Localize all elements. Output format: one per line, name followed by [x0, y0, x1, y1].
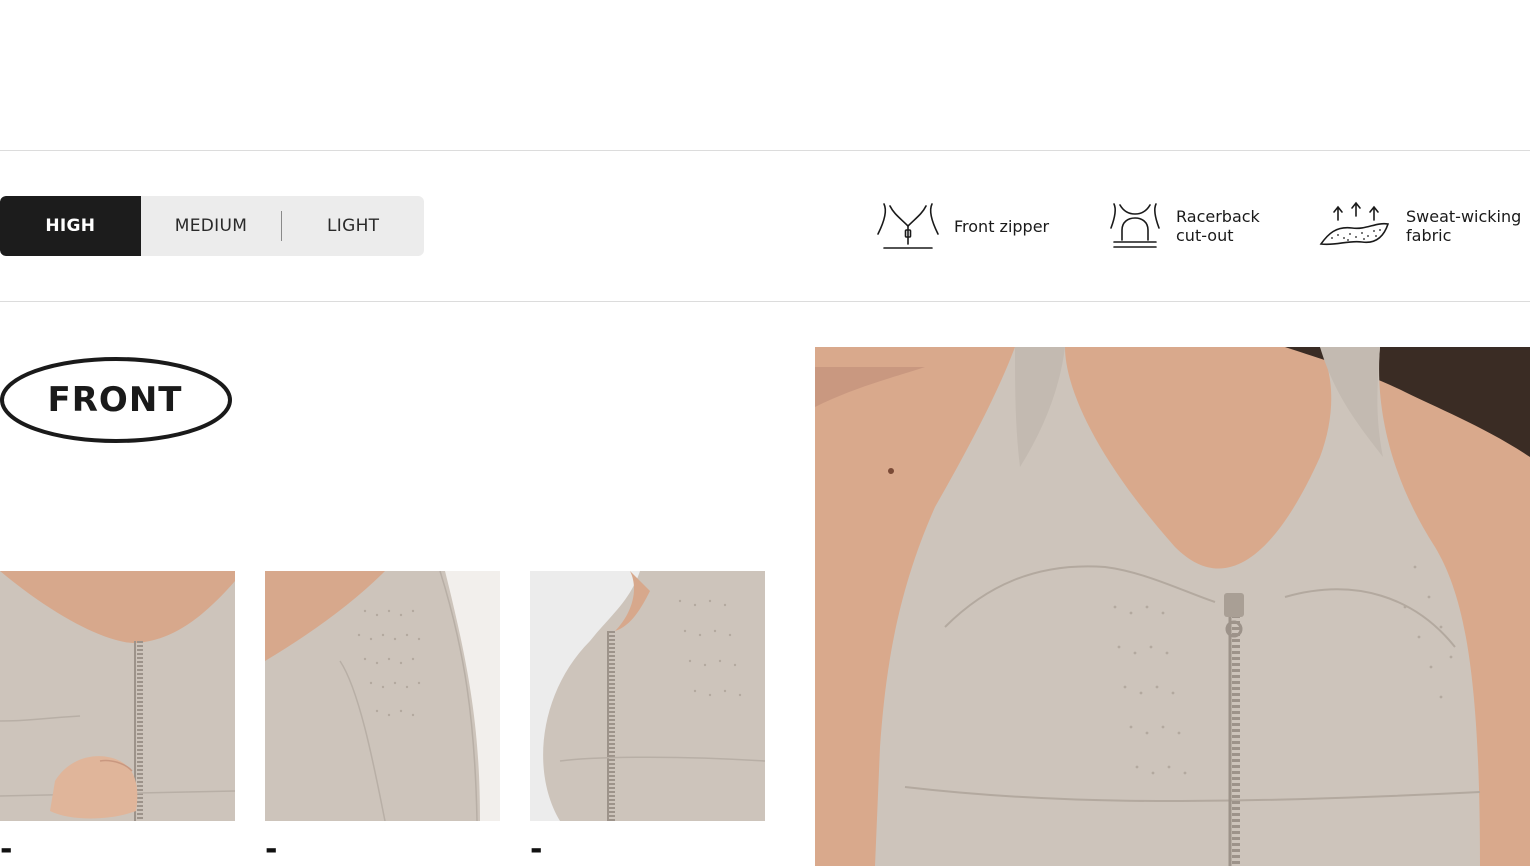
front-badge: FRONT	[0, 356, 233, 444]
thumbnail-perforated-panel[interactable]	[265, 571, 500, 821]
top-divider	[0, 150, 1530, 151]
racerback-icon	[1108, 200, 1162, 252]
thumbnail-caption: -	[530, 832, 543, 866]
feature-racerback: Racerback cut-out	[1108, 200, 1260, 252]
intensity-option-high[interactable]: HIGH	[0, 196, 141, 256]
hero-model-photo	[815, 347, 1530, 866]
front-zipper-icon	[876, 200, 940, 252]
front-badge-label: FRONT	[47, 380, 183, 420]
thumbnail-caption: -	[265, 832, 278, 866]
thumbnail-caption: -	[0, 832, 13, 866]
feature-label: Sweat-wicking fabric	[1406, 207, 1522, 245]
feature-front-zipper: Front zipper	[876, 200, 1049, 252]
intensity-selector: HIGH MEDIUM LIGHT	[0, 196, 424, 256]
sweat-wicking-icon	[1318, 200, 1392, 252]
intensity-option-light[interactable]: LIGHT	[282, 196, 424, 256]
feature-label: Front zipper	[954, 216, 1050, 236]
thumbnail-zipper-detail[interactable]	[0, 571, 235, 821]
feature-sweat-wicking: Sweat-wicking fabric	[1318, 200, 1521, 252]
bottom-divider	[0, 301, 1530, 302]
thumbnail-side-profile[interactable]	[530, 571, 765, 821]
intensity-option-medium[interactable]: MEDIUM	[141, 196, 282, 256]
feature-label: Racerback cut-out	[1176, 207, 1260, 245]
